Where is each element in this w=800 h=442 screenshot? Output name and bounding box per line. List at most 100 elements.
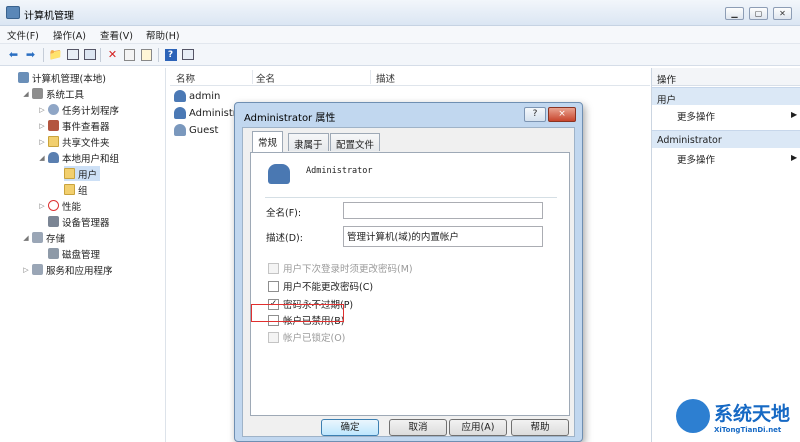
list-item[interactable]: Guest [174,122,218,138]
actions-section-administrator[interactable]: Administrator [652,130,800,148]
expand-arrow-icon[interactable]: ◢ [22,234,30,242]
services-icon [32,264,43,275]
column-divider[interactable] [370,70,371,84]
toolbar-divider [158,48,159,62]
user-name: Administr [189,107,237,119]
tree-item-users[interactable]: 用户 [64,166,101,181]
description-input[interactable]: 管理计算机(域)的内置帐户 [343,226,543,247]
close-window-button[interactable]: ✕ [773,7,792,20]
tab-profile[interactable]: 配置文件 [330,133,381,151]
column-name[interactable]: 名称 [176,71,195,85]
fullname-label: 全名(F): [266,208,302,219]
show-hide-tree-icon-2[interactable] [82,47,97,62]
submenu-arrow-icon[interactable]: ▶ [791,110,797,119]
cannot-change-password-checkbox[interactable]: 用户不能更改密码(C) [268,279,373,293]
help-icon[interactable]: ? [163,47,178,62]
tree-item-task-scheduler[interactable]: ▷ 任务计划程序 [38,102,119,117]
watermark: 系统天地 XiTongTianDi.net [676,397,800,442]
properties-icon[interactable] [122,47,137,62]
expand-arrow-icon[interactable]: ◢ [22,90,30,98]
actions-pane: 操作 用户 更多操作 ▶ Administrator 更多操作 ▶ [651,68,800,442]
folder-icon [64,184,75,195]
storage-icon [32,232,43,243]
tree-item-performance[interactable]: ▷ 性能 [38,198,81,213]
tree-label: 共享文件夹 [62,137,110,149]
show-hide-tree-icon[interactable] [65,47,80,62]
computer-management-icon [6,6,20,19]
export-list-icon[interactable] [139,47,154,62]
collapse-arrow-icon[interactable]: ▷ [38,138,46,146]
tree-label: 设备管理器 [62,217,110,229]
user-avatar-icon [268,164,290,184]
tree-label: 任务计划程序 [62,105,120,117]
tree-item-disk-management[interactable]: 磁盘管理 [48,246,100,261]
collapse-arrow-icon[interactable]: ▷ [38,202,46,210]
fullname-input[interactable] [343,202,543,219]
column-description[interactable]: 描述 [376,71,395,85]
expand-arrow-icon[interactable]: ◢ [38,154,46,162]
must-change-password-checkbox: 用户下次登录时须更改密码(M) [268,261,413,275]
folder-icon [64,168,75,179]
tree-label: 性能 [62,201,82,213]
console-tree: 计算机管理(本地) ◢ 系统工具 ▷ 任务计划程序 ▷ 事件查看器 ▷ 共享文件… [14,68,166,442]
actions-section-users[interactable]: 用户 [652,87,800,106]
tree-item-services-apps[interactable]: ▷ 服务和应用程序 [22,262,113,277]
collapse-arrow-icon[interactable]: ▷ [22,266,30,274]
dialog-title: Administrator 属性 [244,113,336,124]
actions-header: 操作 [652,68,800,86]
disk-icon [48,248,59,259]
watermark-text: 系统天地 [714,403,791,425]
help-button[interactable]: 帮助 [511,419,569,436]
user-icon [174,107,186,119]
minimize-button[interactable]: ▁ [725,7,744,20]
menu-action[interactable]: 操作(A) [53,28,86,42]
submenu-arrow-icon[interactable]: ▶ [791,153,797,162]
tree-label: 本地用户和组 [62,153,120,165]
user-name: Guest [189,124,219,136]
username-label: Administrator [306,166,373,176]
dialog-close-button[interactable]: × [548,107,576,122]
collapse-arrow-icon[interactable]: ▷ [38,122,46,130]
checkbox-box[interactable] [268,280,279,292]
collapse-arrow-icon[interactable]: ▷ [38,106,46,114]
column-divider[interactable] [252,70,253,84]
dialog-help-button[interactable]: ? [524,107,546,122]
tree-label: 计算机管理(本地) [32,73,106,85]
watermark-logo [676,399,710,433]
tab-member-of[interactable]: 隶属于 [288,133,329,151]
tree-item-computer-management[interactable]: 计算机管理(本地) [18,70,106,85]
tree-item-system-tools[interactable]: ◢ 系统工具 [22,86,84,101]
tab-general[interactable]: 常规 [252,131,284,152]
delete-icon[interactable]: ✕ [105,47,120,62]
menu-help[interactable]: 帮助(H) [146,28,180,42]
apply-button[interactable]: 应用(A) [449,419,507,436]
up-folder-icon[interactable]: 📁 [48,47,63,62]
event-viewer-icon [48,120,59,131]
column-fullname[interactable]: 全名 [256,71,275,85]
list-item[interactable]: Administr [174,105,237,121]
maximize-button[interactable]: ▢ [749,7,768,20]
cancel-button[interactable]: 取消 [389,419,447,436]
tree-item-local-users-groups[interactable]: ◢ 本地用户和组 [38,150,119,165]
tree-item-groups[interactable]: 组 [64,182,88,197]
toolbar-divider [100,48,101,62]
list-item[interactable]: admin [174,88,220,104]
more-actions-link[interactable]: 更多操作 [677,152,715,166]
back-arrow-icon[interactable]: ⬅ [6,47,21,62]
list-header: 名称 全名 描述 [170,68,650,86]
more-actions-link[interactable]: 更多操作 [677,109,715,123]
menu-file[interactable]: 文件(F) [7,28,39,42]
tree-item-device-manager[interactable]: 设备管理器 [48,214,110,229]
tree-item-shared-folders[interactable]: ▷ 共享文件夹 [38,134,110,149]
forward-arrow-icon[interactable]: ➡ [23,47,38,62]
console-view-icon[interactable] [180,47,195,62]
users-icon [48,152,59,163]
description-label: 描述(D): [266,233,303,244]
tree-item-storage[interactable]: ◢ 存储 [22,230,65,245]
tools-icon [32,88,43,99]
ok-button[interactable]: 确定 [321,419,379,436]
tree-item-event-viewer[interactable]: ▷ 事件查看器 [38,118,110,133]
checkbox-label: 用户下次登录时须更改密码(M) [283,264,413,275]
menu-view[interactable]: 查看(V) [100,28,133,42]
shared-folder-icon [48,136,59,147]
